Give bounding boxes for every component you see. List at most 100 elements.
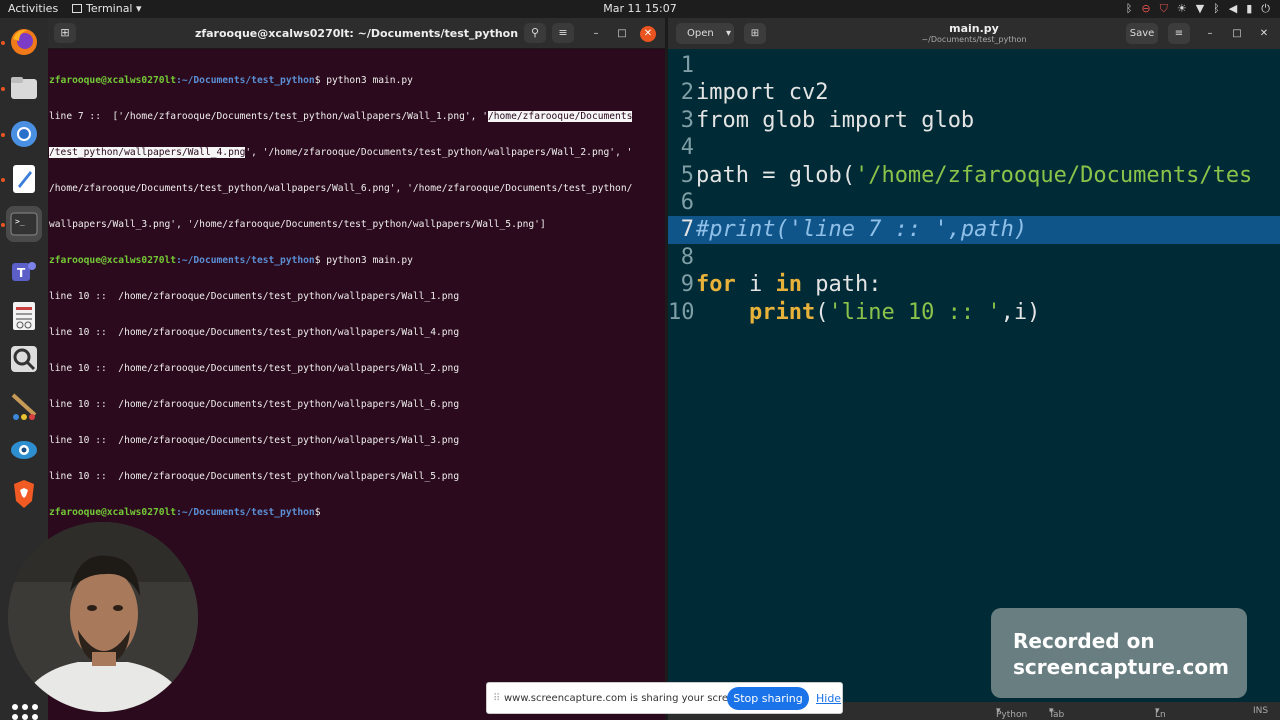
- code-text: path = glob(: [696, 162, 855, 188]
- power-icon[interactable]: ⏻: [1261, 1, 1270, 16]
- prompt-line: zfarooque@xcalws0270lt:~/Documents/test_…: [49, 255, 661, 267]
- keyword: print: [748, 299, 816, 325]
- hide-link[interactable]: Hide: [816, 692, 841, 705]
- drag-handle-icon[interactable]: ⠿: [493, 693, 500, 704]
- maximize-button[interactable]: □: [614, 26, 630, 42]
- teams-icon: T: [12, 262, 36, 281]
- save-button[interactable]: Save: [1126, 23, 1158, 44]
- image-viewer-launcher[interactable]: [6, 341, 42, 377]
- app-menu[interactable]: Terminal ▾: [72, 2, 142, 15]
- search-button[interactable]: ⚲: [524, 23, 546, 43]
- bluetooth-icon[interactable]: ᛒ: [1213, 1, 1220, 16]
- output-text: line 7 :: ['/home/zfarooque/Documents/te…: [49, 111, 488, 122]
- folder-icon: [11, 77, 37, 99]
- minimize-button[interactable]: –: [588, 26, 604, 42]
- terminal-titlebar: ⊞ zfarooque@xcalws0270lt: ~/Documents/te…: [48, 18, 665, 49]
- output-line: line 10 :: /home/zfarooque/Documents/tes…: [49, 363, 460, 374]
- show-applications-button[interactable]: [8, 700, 40, 720]
- eye-icon: [11, 441, 37, 459]
- chromium-icon: [11, 121, 37, 147]
- cursor-position-label: Ln 7, Col 2: [1155, 710, 1166, 720]
- menu-button[interactable]: ≡: [1168, 23, 1190, 44]
- output-line: wallpapers/Wall_3.png', '/home/zfarooque…: [49, 219, 546, 230]
- string-literal: 'line 10 :: ': [828, 299, 1001, 325]
- shield-icon[interactable]: ⛉: [1160, 1, 1168, 16]
- line-number: 8: [680, 244, 694, 270]
- output-line: line 10 :: /home/zfarooque/Documents/tes…: [49, 399, 460, 410]
- minimize-button[interactable]: –: [1202, 26, 1218, 42]
- tab-width-label: Tab Width: 4: [1049, 710, 1065, 720]
- code-area[interactable]: 1 2 import cv2 3 from glob import glob 4 5…: [668, 52, 1280, 326]
- code-line: 3 from glob import glob: [668, 107, 1280, 134]
- hamburger-icon: ≡: [558, 26, 568, 39]
- prompt-line: zfarooque@xcalws0270lt:~/Documents/test_…: [49, 75, 661, 87]
- watermark-line-1: Recorded on: [1013, 629, 1155, 653]
- prompt-user: zfarooque@xcalws0270lt: [49, 507, 177, 518]
- code-text: path:: [802, 272, 882, 298]
- terminal-output[interactable]: zfarooque@xcalws0270lt:~/Documents/test_…: [49, 51, 661, 543]
- text-editor-launcher[interactable]: [6, 161, 42, 197]
- running-indicator: [1, 41, 5, 45]
- stop-sharing-button[interactable]: Stop sharing: [727, 687, 809, 710]
- code-text: cv2: [775, 80, 829, 106]
- close-button[interactable]: ✕: [640, 26, 656, 42]
- files-launcher[interactable]: [6, 70, 42, 106]
- line-number: 3: [680, 107, 694, 133]
- document-viewer-launcher[interactable]: [6, 298, 42, 334]
- line-number: 10: [668, 299, 695, 325]
- prompt-path: :~/Documents/test_python: [176, 507, 315, 518]
- inkscape-launcher[interactable]: [6, 388, 42, 424]
- output-line: line 10 :: /home/zfarooque/Documents/tes…: [49, 435, 460, 446]
- line-number: 1: [680, 53, 694, 78]
- prompt-path: :~/Documents/test_python: [176, 255, 315, 266]
- clock[interactable]: Mar 11 15:07: [603, 2, 676, 15]
- code-line: 10 print('line 10 :: ',i): [668, 299, 1280, 326]
- close-icon: ✕: [1259, 28, 1269, 39]
- maximize-button[interactable]: □: [1229, 26, 1245, 42]
- current-code-line: 7 #print('line 7 :: ',path): [668, 216, 1280, 244]
- svg-text:T: T: [17, 266, 26, 280]
- screen-share-bar: ⠿ www.screencapture.com is sharing your …: [486, 682, 843, 714]
- line-number: 7: [680, 217, 694, 243]
- brave-launcher[interactable]: [6, 476, 42, 512]
- code-line: 5 path = glob('/home/zfarooque/Documents/…: [668, 162, 1280, 189]
- app-menu-label: Terminal: [86, 2, 133, 15]
- system-tray[interactable]: ᛒ ⊖ ⛉ ☀ ▼ ᛒ ◀ ▮ ⏻: [1126, 1, 1270, 16]
- keyword: from: [696, 107, 749, 133]
- prompt-user: zfarooque@xcalws0270lt: [49, 75, 177, 86]
- wifi-icon[interactable]: ▼: [1196, 1, 1204, 16]
- cursor-position[interactable]: Ln 7, Col 2 ▾: [1155, 706, 1166, 720]
- code-text: glob: [907, 107, 975, 133]
- language-selector[interactable]: Python ▾: [996, 706, 1027, 720]
- menu-button[interactable]: ≡: [552, 23, 574, 43]
- firefox-launcher[interactable]: [6, 24, 42, 60]
- top-bar: Activities Terminal ▾ Mar 11 15:07 ᛒ ⊖ ⛉…: [0, 0, 1280, 18]
- brave-lion-icon: [14, 480, 34, 508]
- bluetooth-icon[interactable]: ᛒ: [1126, 1, 1133, 16]
- code-text: glob: [748, 107, 829, 133]
- command-text: python3 main.py: [320, 75, 413, 86]
- brightness-icon[interactable]: ☀: [1177, 1, 1187, 16]
- teams-launcher[interactable]: T: [6, 254, 42, 290]
- selected-text: /test_python/wallpaper: [49, 147, 177, 158]
- running-indicator: [1, 223, 5, 227]
- code-line: 6: [668, 189, 1280, 216]
- activities-button[interactable]: Activities: [8, 2, 58, 15]
- volume-icon[interactable]: ◀: [1229, 1, 1237, 16]
- record-icon[interactable]: ⊖: [1141, 1, 1150, 16]
- line-number: 4: [680, 135, 694, 161]
- line-number: 9: [680, 272, 694, 298]
- keyword: in: [775, 272, 803, 298]
- firefox-icon: [11, 29, 37, 55]
- prompt-path: :~/Documents/test_python: [176, 75, 315, 86]
- watermark-line-2: screencapture.com: [1013, 655, 1229, 679]
- eye-app-launcher[interactable]: [6, 432, 42, 468]
- keyword: for: [696, 272, 736, 298]
- close-button[interactable]: ✕: [1256, 26, 1272, 42]
- recording-watermark: Recorded on screencapture.com: [991, 608, 1247, 698]
- chromium-launcher[interactable]: [6, 116, 42, 152]
- tab-width-selector[interactable]: Tab Width: 4 ▾: [1049, 706, 1064, 720]
- search-icon: ⚲: [530, 26, 540, 39]
- battery-icon[interactable]: ▮: [1246, 1, 1252, 16]
- terminal-launcher[interactable]: >_: [6, 206, 42, 242]
